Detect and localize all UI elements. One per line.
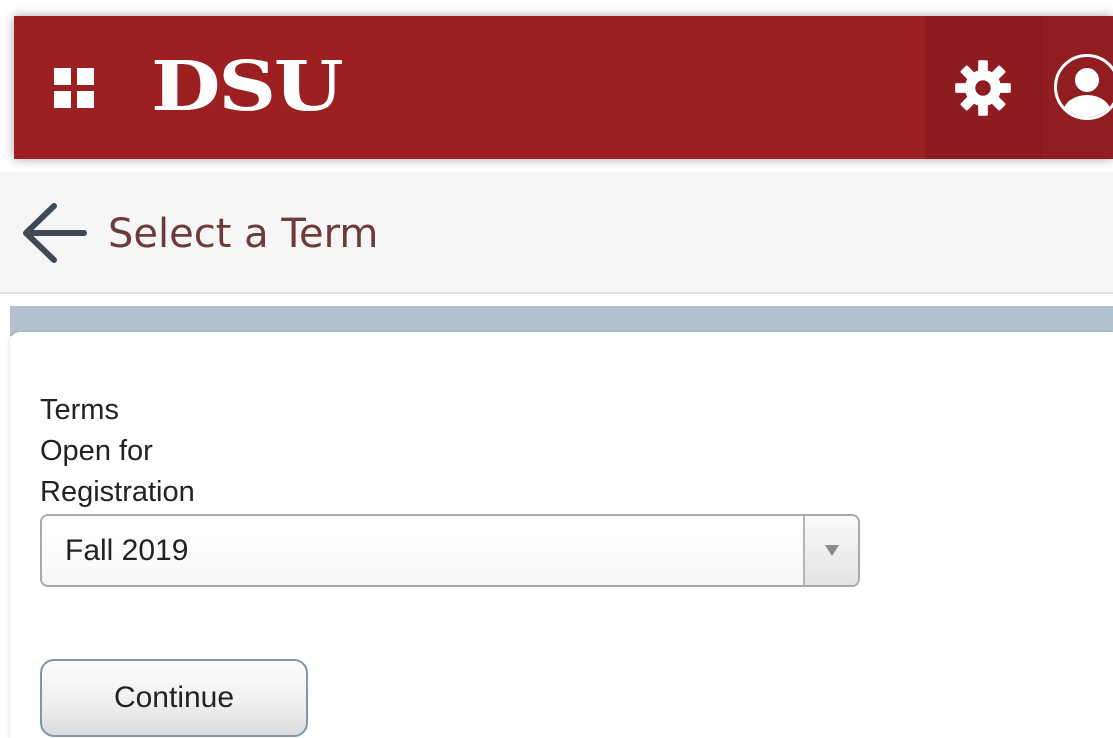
term-select-value: Fall 2019 <box>65 534 189 567</box>
apps-grid-cell <box>77 91 94 108</box>
user-avatar-icon <box>1054 54 1113 120</box>
app-header: DSU <box>14 16 1113 159</box>
continue-button[interactable]: Continue <box>40 659 308 737</box>
settings-button[interactable] <box>925 16 1041 159</box>
title-bar: Select a Term <box>0 172 1113 294</box>
term-select[interactable]: Fall 2019 <box>40 514 860 587</box>
apps-grid-cell <box>54 68 71 85</box>
gear-icon <box>955 59 1011 116</box>
terms-label: Terms Open for Registration <box>40 394 195 508</box>
page: DSU Select a Term Terms Open for Registr… <box>0 0 1113 738</box>
term-selection-card: Terms Open for Registration Fall 2019 Co… <box>10 332 1113 738</box>
term-select-dropdown-button[interactable] <box>803 516 858 585</box>
apps-grid-cell <box>77 68 94 85</box>
dsu-logo[interactable]: DSU <box>151 52 344 122</box>
apps-grid-icon[interactable] <box>54 68 96 108</box>
page-title: Select a Term <box>108 211 379 257</box>
back-button[interactable] <box>18 200 90 266</box>
arrow-left-icon <box>23 203 87 263</box>
apps-grid-cell <box>54 91 71 108</box>
profile-button[interactable] <box>1041 16 1113 159</box>
caret-down-icon <box>824 545 839 556</box>
